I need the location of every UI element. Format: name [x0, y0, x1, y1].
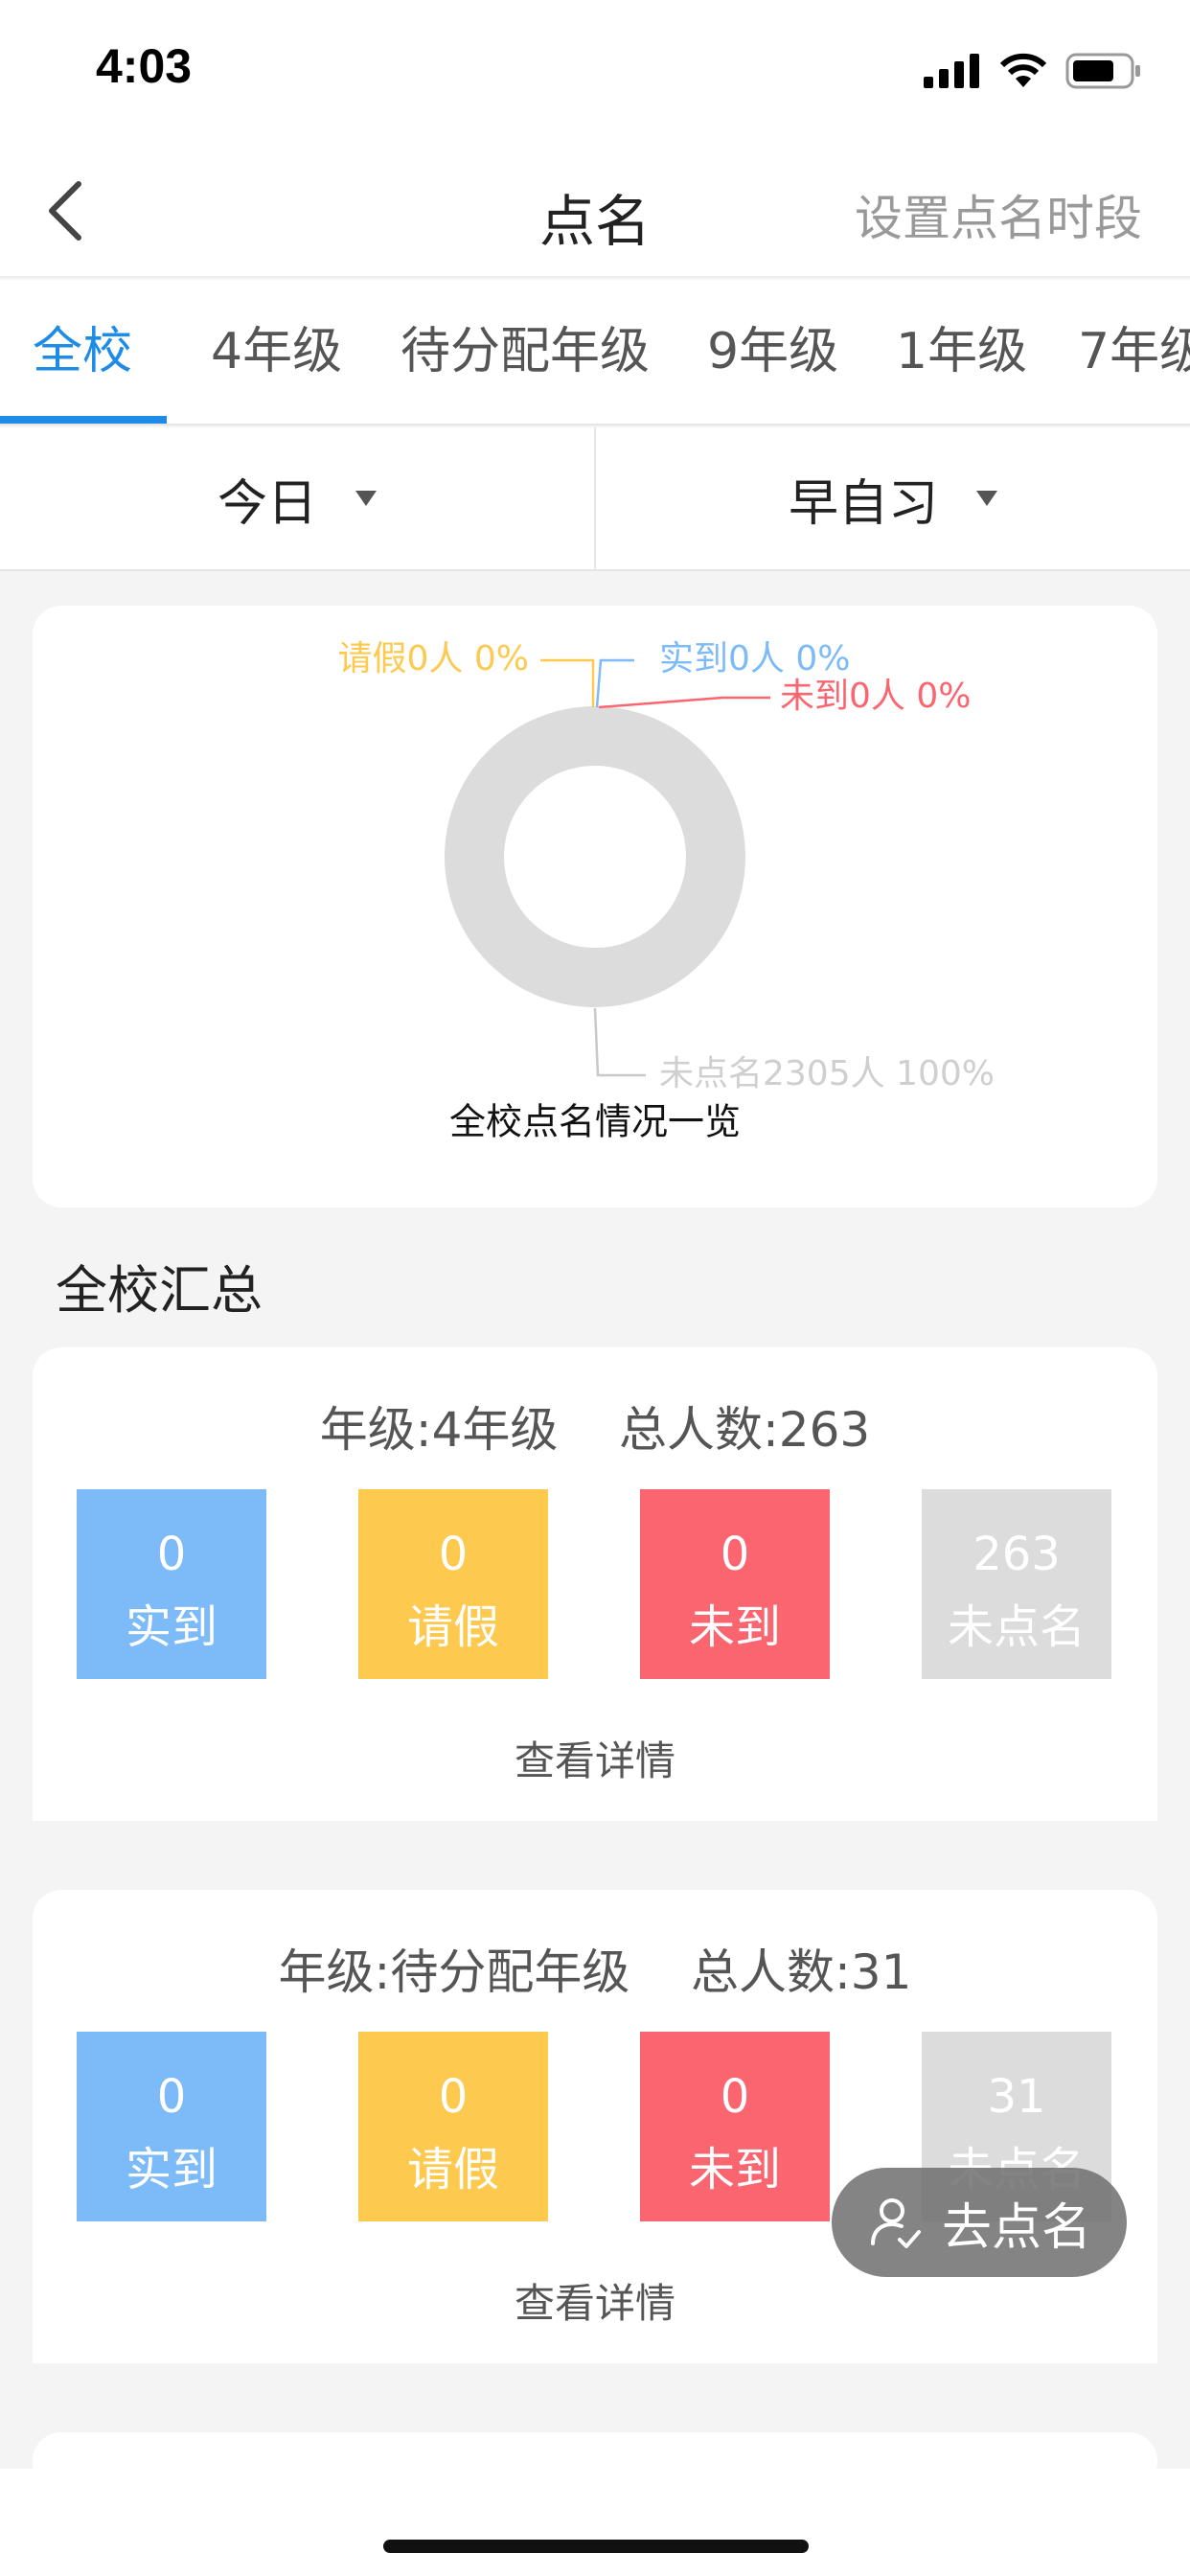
view-details-link[interactable]: 查看详情: [33, 2271, 1157, 2330]
slice-label-present: 实到0人 0%: [659, 639, 850, 678]
date-filter-dropdown[interactable]: 今日: [0, 427, 594, 569]
session-filter-dropdown[interactable]: 早自习: [594, 427, 1190, 569]
stat-label: 未到: [688, 1600, 781, 1654]
leader-line-unmarked: [593, 1007, 646, 1077]
grade-tabs: 全校 4年级 待分配年级 9年级 1年级 7年级: [0, 280, 1190, 426]
chart-card: 请假0人 0% 实到0人 0% 未到0人 0% 未点名2305人 100% 全校…: [33, 606, 1157, 1208]
donut-chart: 请假0人 0% 实到0人 0% 未到0人 0% 未点名2305人 100% 全校…: [338, 639, 995, 1143]
stat-value: 263: [973, 1528, 1061, 1581]
tab-grade-7[interactable]: 7年级: [1078, 280, 1190, 424]
set-rollcall-period-button[interactable]: 设置点名时段: [855, 180, 1142, 249]
stat-value: 0: [720, 1528, 750, 1581]
dropdown-caret-icon: [976, 491, 997, 506]
active-tab-indicator: [0, 416, 167, 424]
grade-card-title: 年级:4年级 总人数:263: [319, 1402, 871, 1458]
tab-grade-1[interactable]: 1年级: [896, 280, 1027, 424]
pie-slice-unmarked: [445, 706, 745, 1007]
leader-line-present: [595, 658, 634, 708]
stat-value: 0: [720, 2070, 750, 2124]
stat-label: 实到: [125, 1600, 217, 1654]
stat-absent: 0 未到: [640, 1489, 830, 1679]
slice-label-absent: 未到0人 0%: [780, 677, 971, 716]
leader-line-leave: [540, 658, 595, 707]
stat-value: 31: [987, 2070, 1046, 2124]
stat-label: 请假: [406, 1600, 499, 1654]
stat-value: 0: [156, 2070, 187, 2124]
go-rollcall-label: 去点名: [941, 2198, 1091, 2257]
battery-icon: [1065, 53, 1140, 89]
tab-grade-9[interactable]: 9年级: [707, 280, 838, 424]
tab-whole-school[interactable]: 全校: [33, 280, 132, 424]
date-filter-label: 今日: [217, 474, 317, 533]
stat-present: 0 实到: [77, 2032, 266, 2221]
bottom-bar: [0, 2469, 1190, 2576]
stat-value: 0: [438, 1528, 469, 1581]
stat-unmarked: 263 未点名: [922, 1489, 1111, 1679]
person-check-icon: [870, 2198, 921, 2248]
wifi-icon: [999, 53, 1047, 87]
stat-absent: 0 未到: [640, 2032, 830, 2221]
filter-bar: 今日 早自习: [0, 427, 1190, 571]
navigation-bar: 点名 设置点名时段: [0, 144, 1190, 278]
status-time: 4:03: [96, 39, 193, 93]
grade-summary-card: 年级:4年级 总人数:263 0 实到 0 请假 0 未到 263 未点名 查看…: [33, 1347, 1157, 1821]
stat-leave: 0 请假: [358, 1489, 548, 1679]
session-filter-label: 早自习: [788, 474, 938, 533]
stat-label: 实到: [125, 2143, 217, 2196]
chart-title: 全校点名情况一览: [449, 1101, 741, 1143]
tab-grade-4[interactable]: 4年级: [211, 280, 342, 424]
stat-present: 0 实到: [77, 1489, 266, 1679]
stat-value: 0: [438, 2070, 469, 2124]
section-title: 全校汇总: [56, 1260, 263, 1321]
stat-label: 请假: [406, 2143, 499, 2196]
slice-label-unmarked: 未点名2305人 100%: [659, 1054, 995, 1093]
back-button[interactable]: [38, 174, 96, 247]
grade-summary-card: 年级:待分配年级 总人数:31 0 实到 0 请假 0 未到 31 未点名 查看…: [33, 1890, 1157, 2363]
view-details-link[interactable]: 查看详情: [33, 1729, 1157, 1787]
stat-leave: 0 请假: [358, 2032, 548, 2221]
go-rollcall-button[interactable]: 去点名: [832, 2168, 1127, 2277]
dropdown-caret-icon: [355, 491, 377, 506]
grade-card-title: 年级:待分配年级 总人数:31: [278, 1944, 912, 2000]
slice-label-leave: 请假0人 0%: [338, 639, 529, 678]
chevron-left-icon: [49, 181, 81, 241]
leader-line-absent: [598, 696, 770, 709]
status-icons: [924, 50, 1142, 92]
tab-unassigned-grade[interactable]: 待分配年级: [400, 280, 650, 424]
status-bar: 4:03: [0, 0, 1190, 144]
cellular-signal-icon: [924, 54, 979, 88]
home-indicator: [383, 2540, 809, 2553]
stat-label: 未到: [688, 2143, 781, 2196]
stat-value: 0: [156, 1528, 187, 1581]
stat-label: 未点名: [947, 1600, 1086, 1654]
